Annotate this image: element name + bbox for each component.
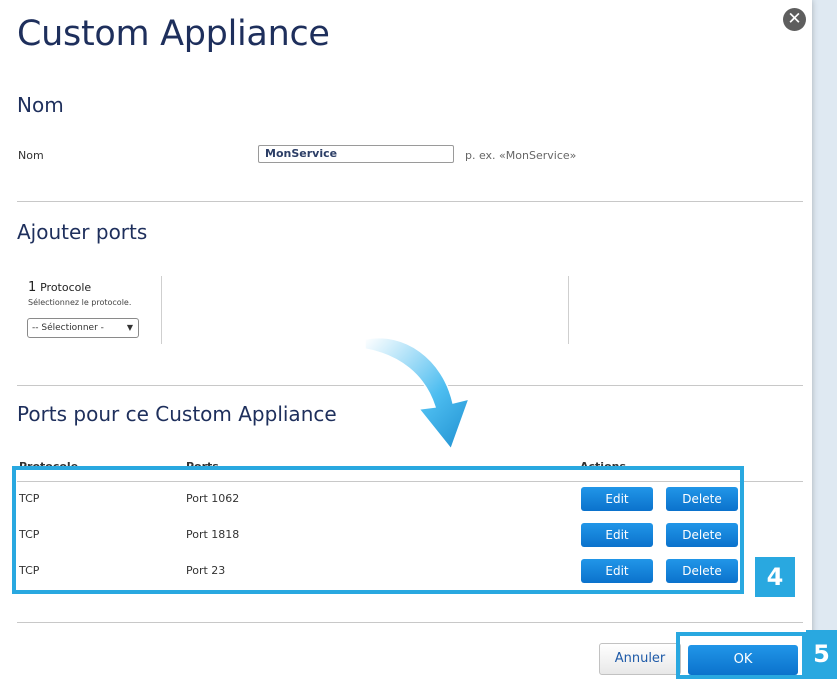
highlight-frame-ok — [676, 632, 806, 679]
nom-hint: p. ex. «MonService» — [465, 149, 577, 162]
nom-heading: Nom — [17, 93, 64, 117]
nom-label: Nom — [18, 149, 44, 162]
chevron-down-icon: ▼ — [126, 323, 133, 332]
column-divider — [568, 276, 569, 344]
cancel-button[interactable]: Annuler — [599, 643, 681, 675]
step-header: 1 Protocole — [28, 280, 91, 295]
step-badge-5: 5 — [806, 630, 837, 679]
divider — [17, 201, 803, 202]
highlight-frame-ports-table — [12, 466, 744, 594]
step-number: 1 — [28, 280, 37, 295]
step-description: Sélectionnez le protocole. — [28, 298, 132, 307]
dialog-title: Custom Appliance — [17, 14, 330, 54]
step-badge-4: 4 — [755, 557, 795, 597]
protocol-select[interactable]: -- Sélectionner - ▼ — [27, 318, 139, 338]
step-title: Protocole — [40, 281, 92, 294]
curved-arrow-icon — [364, 336, 471, 451]
select-value: -- Sélectionner - — [32, 323, 104, 333]
close-icon[interactable]: ✕ — [783, 8, 806, 31]
appliance-ports-heading: Ports pour ce Custom Appliance — [17, 402, 337, 426]
divider — [17, 622, 803, 623]
nom-input[interactable]: MonService — [258, 145, 454, 163]
column-divider — [161, 276, 162, 344]
add-ports-heading: Ajouter ports — [17, 220, 148, 244]
